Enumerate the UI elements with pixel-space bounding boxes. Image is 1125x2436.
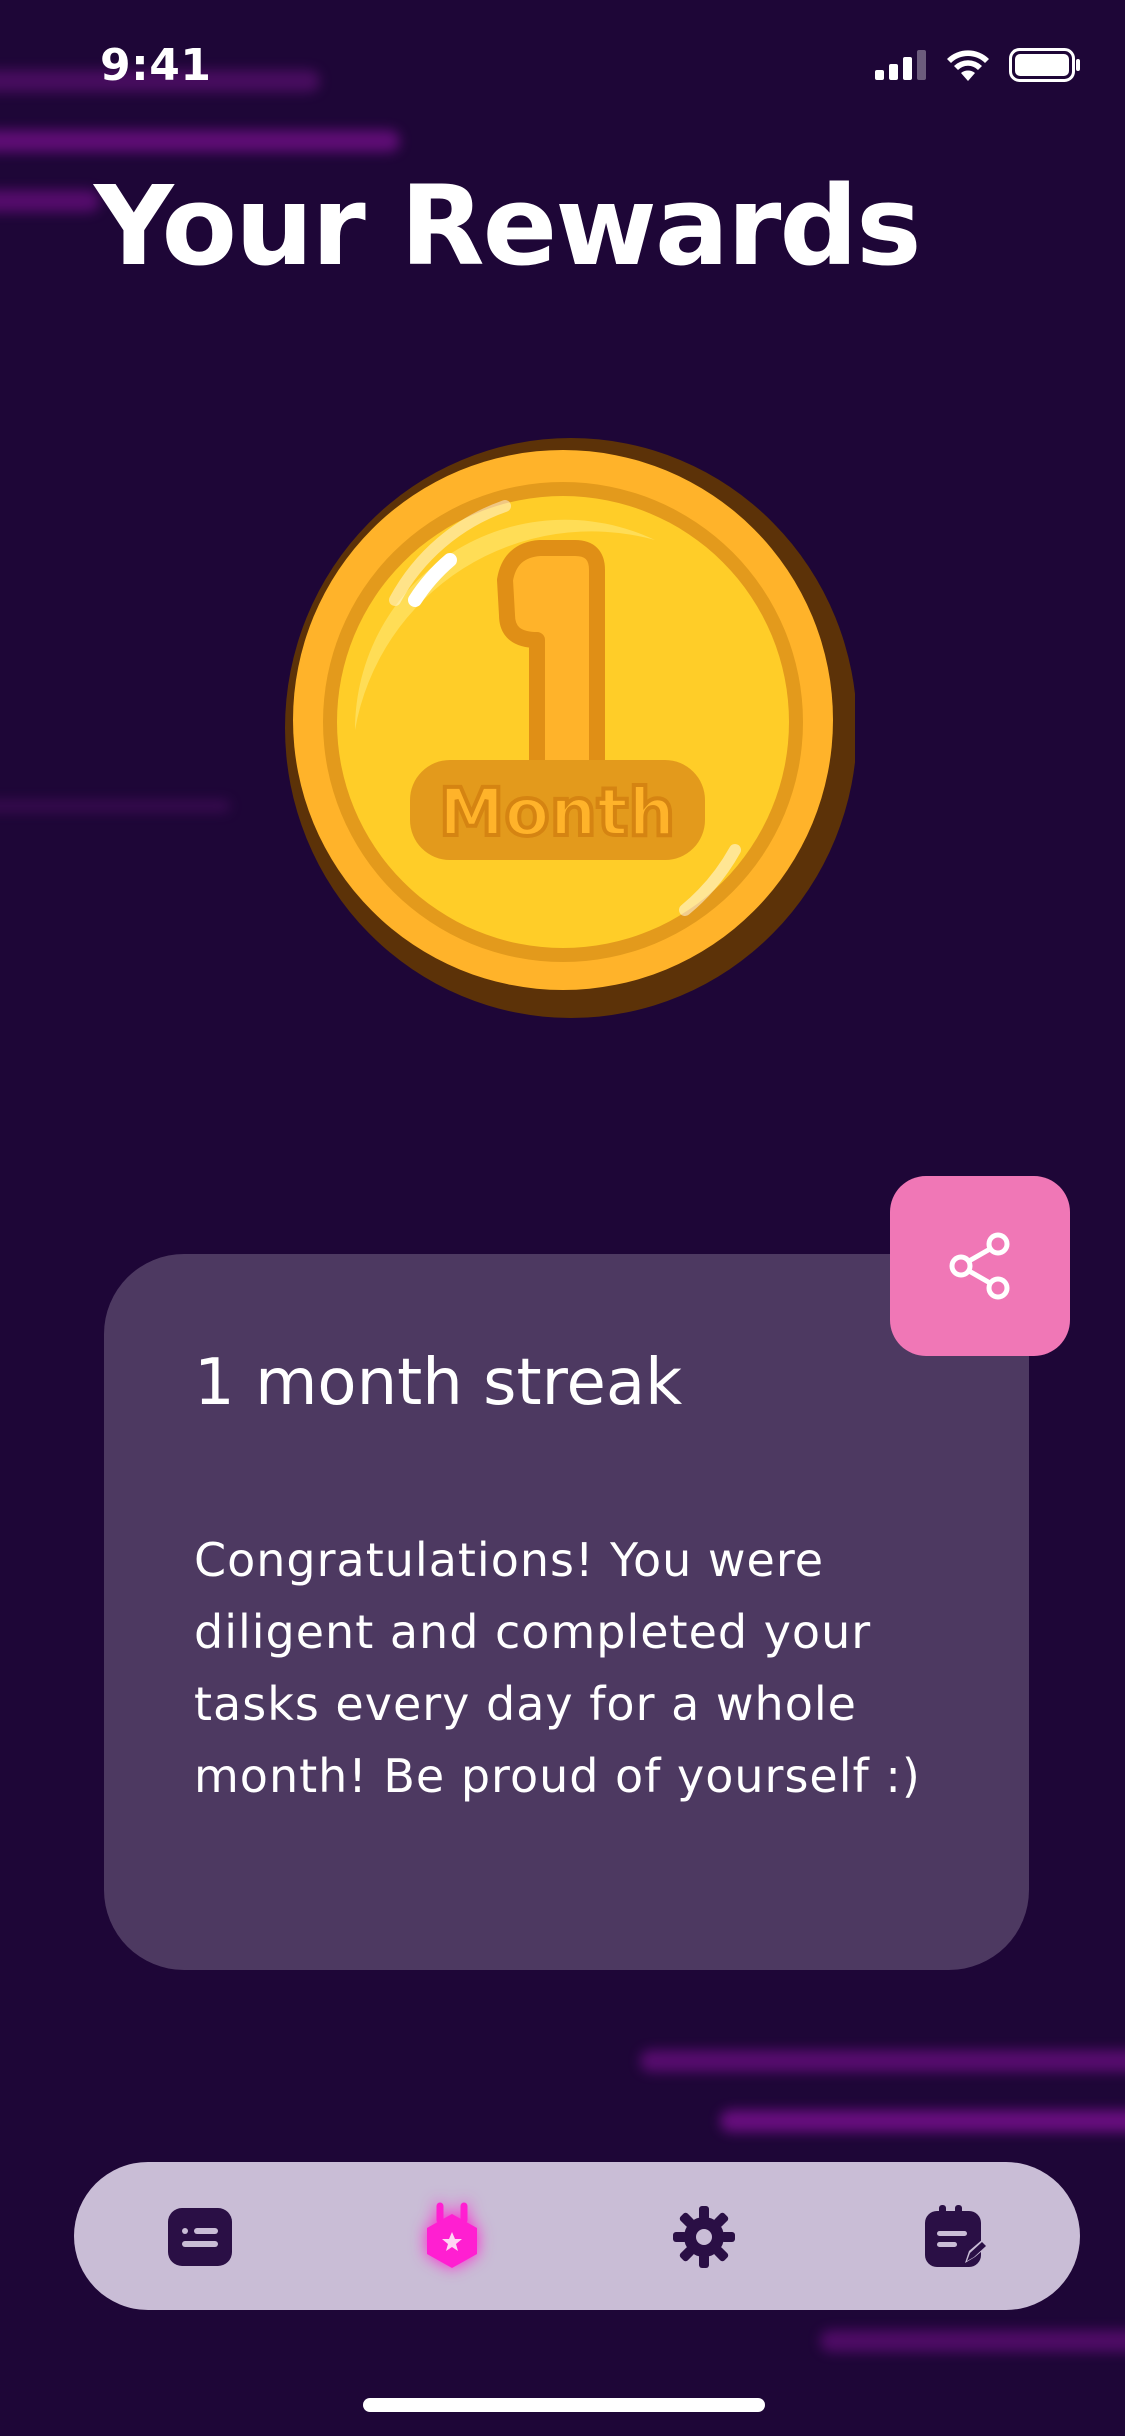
tab-calendar[interactable] <box>916 2197 996 2277</box>
message-icon <box>168 2208 232 2266</box>
wifi-icon <box>947 50 989 81</box>
background-streak <box>820 2330 1125 2352</box>
share-icon <box>949 1232 1010 1300</box>
status-icons <box>875 48 1081 82</box>
reward-title: 1 month streak <box>194 1346 683 1420</box>
background-streak <box>0 190 100 212</box>
coin-label: Month <box>439 774 676 851</box>
page-title: Your Rewards <box>94 162 922 290</box>
status-bar: 9:41 <box>0 0 1125 135</box>
background-streak <box>0 800 230 812</box>
one-month-coin-badge: 1 Month <box>285 438 855 1018</box>
share-button[interactable] <box>890 1176 1070 1356</box>
gear-icon <box>673 2206 735 2268</box>
tab-messages[interactable] <box>160 2197 240 2277</box>
background-streak <box>720 2110 1125 2132</box>
calendar-edit-icon <box>925 2205 987 2267</box>
battery-icon <box>1009 48 1080 82</box>
background-streak <box>640 2050 1125 2072</box>
bottom-tab-bar <box>74 2162 1080 2310</box>
tab-rewards[interactable] <box>412 2197 492 2277</box>
signal-icon <box>875 50 926 80</box>
home-indicator[interactable] <box>363 2398 765 2412</box>
tab-settings[interactable] <box>664 2197 744 2277</box>
reward-description: Congratulations! You were diligent and c… <box>194 1533 921 1803</box>
status-time: 9:41 <box>100 40 212 91</box>
reward-badge-icon <box>427 2202 477 2268</box>
reward-card: 1 month streak Congratulations! You were… <box>104 1254 1029 1970</box>
